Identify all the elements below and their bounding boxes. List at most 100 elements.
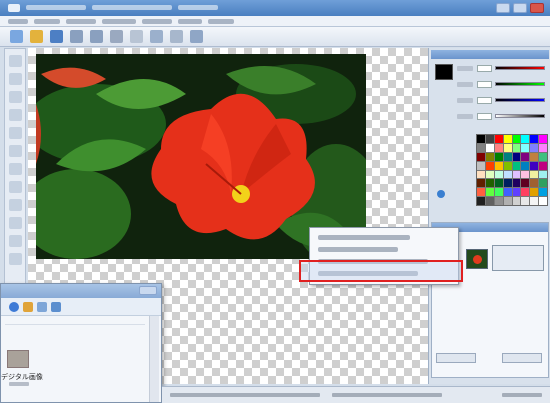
palette-swatch[interactable]: [477, 188, 485, 197]
color-palette-grid[interactable]: [476, 134, 548, 206]
palette-swatch[interactable]: [521, 197, 530, 205]
palette-swatch[interactable]: [521, 135, 530, 143]
palette-swatch[interactable]: [539, 152, 547, 161]
palette-swatch[interactable]: [485, 197, 494, 205]
image-file-icon[interactable]: [7, 350, 29, 368]
palette-swatch[interactable]: [530, 135, 539, 143]
palette-swatch[interactable]: [512, 170, 521, 179]
menu-view[interactable]: [178, 19, 202, 24]
palette-swatch[interactable]: [539, 197, 547, 205]
palette-swatch[interactable]: [485, 135, 494, 143]
eyedropper-icon[interactable]: [437, 190, 445, 198]
palette-swatch[interactable]: [503, 179, 512, 188]
crop-icon[interactable]: [150, 30, 163, 43]
open-icon[interactable]: [30, 30, 43, 43]
green-slider[interactable]: [495, 82, 545, 86]
new-icon[interactable]: [10, 30, 23, 43]
palette-swatch[interactable]: [494, 143, 503, 152]
zoom-tool-icon[interactable]: [9, 253, 22, 265]
minimize-button[interactable]: [496, 3, 510, 13]
palette-swatch[interactable]: [485, 143, 494, 152]
alpha-slider[interactable]: [495, 114, 545, 118]
palette-swatch[interactable]: [494, 161, 503, 170]
palette-swatch[interactable]: [530, 197, 539, 205]
magic-wand-icon[interactable]: [9, 109, 22, 121]
select-icon[interactable]: [130, 30, 143, 43]
palette-swatch[interactable]: [503, 170, 512, 179]
close-button[interactable]: [530, 3, 544, 13]
palette-swatch[interactable]: [477, 179, 485, 188]
palette-swatch[interactable]: [485, 188, 494, 197]
palette-swatch[interactable]: [503, 135, 512, 143]
red-slider[interactable]: [495, 66, 545, 70]
value-field[interactable]: [477, 113, 492, 120]
layer-row[interactable]: [492, 245, 544, 271]
palette-swatch[interactable]: [485, 179, 494, 188]
palette-swatch[interactable]: [539, 188, 547, 197]
palette-swatch[interactable]: [477, 170, 485, 179]
palette-swatch[interactable]: [477, 161, 485, 170]
redo-icon[interactable]: [90, 30, 103, 43]
palette-swatch[interactable]: [512, 179, 521, 188]
palette-swatch[interactable]: [494, 188, 503, 197]
palette-swatch[interactable]: [539, 161, 547, 170]
palette-swatch[interactable]: [530, 170, 539, 179]
palette-swatch[interactable]: [521, 179, 530, 188]
palette-swatch[interactable]: [512, 197, 521, 205]
palette-swatch[interactable]: [512, 188, 521, 197]
value-field[interactable]: [477, 81, 492, 88]
palette-swatch[interactable]: [477, 197, 485, 205]
layer-button[interactable]: [502, 353, 542, 363]
palette-swatch[interactable]: [485, 170, 494, 179]
menu-edit[interactable]: [34, 19, 60, 24]
current-color-swatch[interactable]: [435, 64, 453, 80]
back-icon[interactable]: [9, 302, 19, 312]
lasso-tool-icon[interactable]: [9, 91, 22, 103]
explorer-close-button[interactable]: [139, 286, 157, 295]
options-icon[interactable]: [51, 302, 61, 312]
palette-swatch[interactable]: [512, 135, 521, 143]
palette-swatch[interactable]: [530, 188, 539, 197]
file-name-label[interactable]: デジタル画像: [1, 372, 43, 382]
eyedropper-icon[interactable]: [9, 199, 22, 211]
menu-layer[interactable]: [102, 19, 136, 24]
save-icon[interactable]: [50, 30, 63, 43]
palette-swatch[interactable]: [530, 161, 539, 170]
palette-swatch[interactable]: [494, 197, 503, 205]
context-menu-item[interactable]: [318, 247, 398, 252]
palette-swatch[interactable]: [494, 170, 503, 179]
eraser-tool-icon[interactable]: [9, 145, 22, 157]
hand-tool-icon[interactable]: [9, 235, 22, 247]
palette-swatch[interactable]: [530, 143, 539, 152]
palette-swatch[interactable]: [503, 197, 512, 205]
palette-swatch[interactable]: [539, 170, 547, 179]
palette-swatch[interactable]: [503, 143, 512, 152]
palette-swatch[interactable]: [512, 143, 521, 152]
palette-swatch[interactable]: [521, 188, 530, 197]
palette-swatch[interactable]: [512, 152, 521, 161]
zoom-icon[interactable]: [110, 30, 123, 43]
menu-image[interactable]: [66, 19, 96, 24]
menu-help[interactable]: [208, 19, 234, 24]
shape-tool-icon[interactable]: [9, 217, 22, 229]
brush-tool-icon[interactable]: [9, 127, 22, 139]
palette-swatch[interactable]: [530, 179, 539, 188]
palette-swatch[interactable]: [477, 135, 485, 143]
value-field[interactable]: [477, 97, 492, 104]
palette-swatch[interactable]: [503, 152, 512, 161]
palette-swatch[interactable]: [521, 143, 530, 152]
palette-swatch[interactable]: [521, 152, 530, 161]
blue-slider[interactable]: [495, 98, 545, 102]
menu-file[interactable]: [8, 19, 28, 24]
palette-swatch[interactable]: [503, 188, 512, 197]
move-tool-icon[interactable]: [9, 55, 22, 67]
view-icon[interactable]: [37, 302, 47, 312]
maximize-button[interactable]: [513, 3, 527, 13]
palette-swatch[interactable]: [477, 152, 485, 161]
value-field[interactable]: [477, 65, 492, 72]
palette-swatch[interactable]: [503, 161, 512, 170]
fill-tool-icon[interactable]: [9, 163, 22, 175]
palette-swatch[interactable]: [539, 135, 547, 143]
undo-icon[interactable]: [70, 30, 83, 43]
layer-thumbnail[interactable]: [466, 249, 488, 269]
